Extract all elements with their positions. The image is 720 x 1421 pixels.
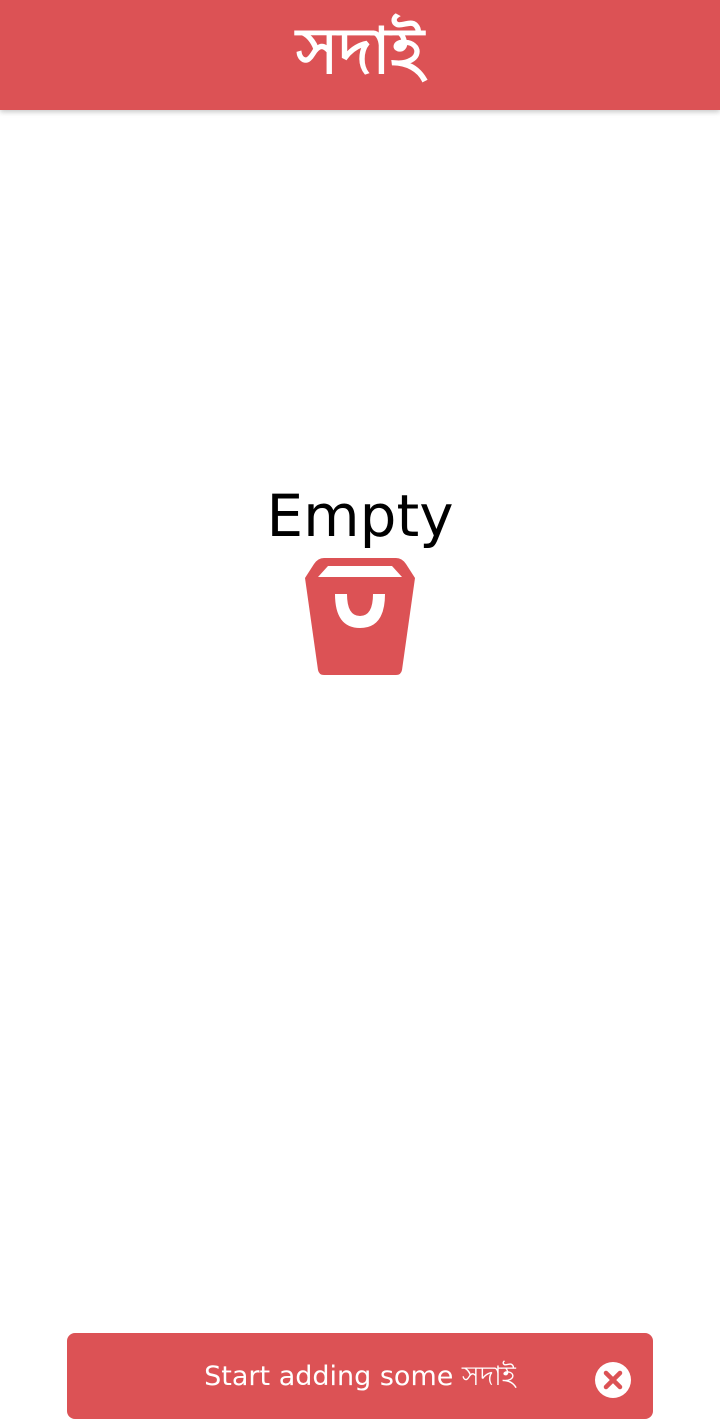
app-screen: সদাই Empty Start adding some সদাই — [0, 0, 720, 1421]
app-bar: সদাই — [0, 0, 720, 110]
app-title: সদাই — [296, 15, 424, 89]
snackbar: Start adding some সদাই — [67, 1333, 653, 1419]
empty-label: Empty — [266, 482, 454, 550]
close-icon[interactable] — [594, 1361, 632, 1399]
empty-state: Empty — [0, 478, 720, 676]
snackbar-message: Start adding some সদাই — [204, 1361, 516, 1392]
shopping-bucket-icon — [305, 558, 415, 675]
